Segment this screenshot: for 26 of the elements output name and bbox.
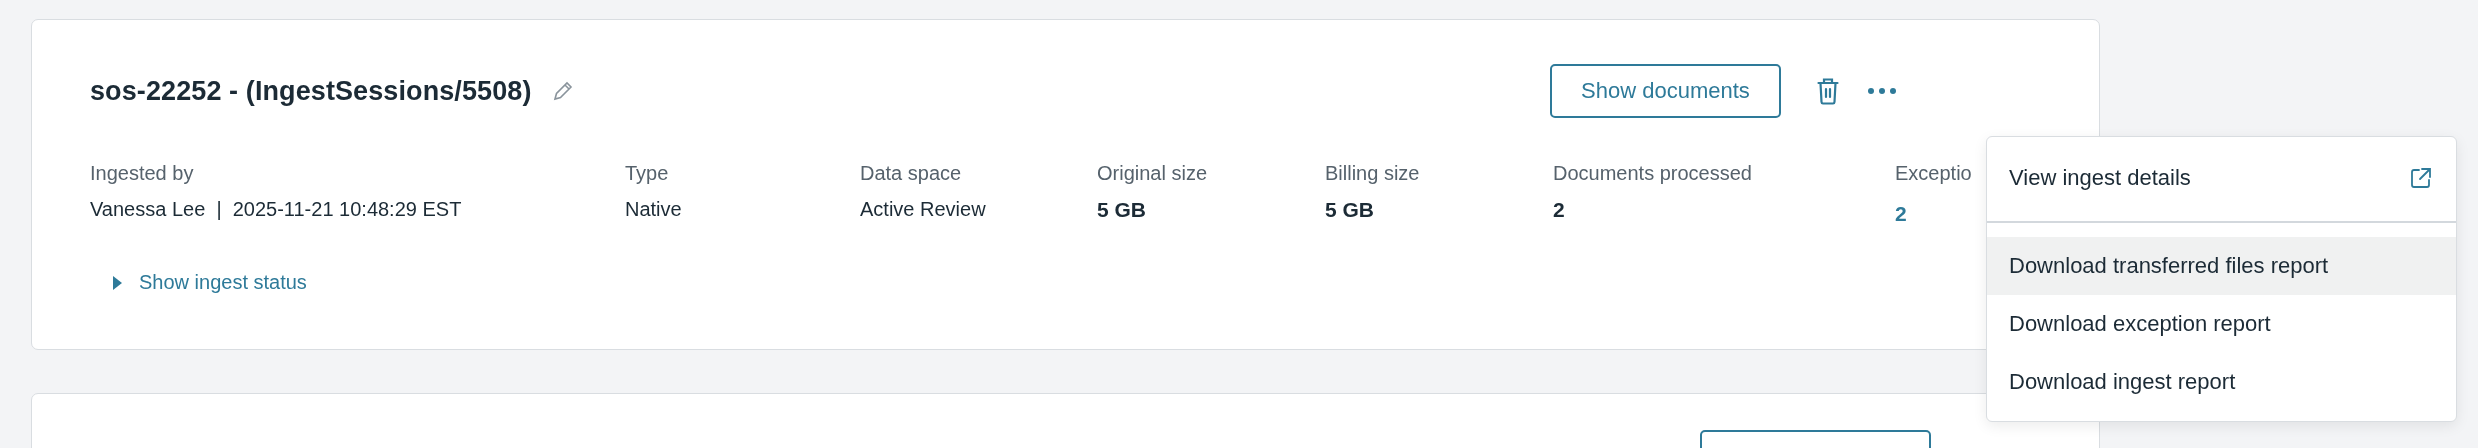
session-title: sos-22252 - (IngestSessions/5508) (90, 75, 532, 107)
show-documents-button[interactable]: Show documents (1550, 64, 1781, 118)
field-value: Active Review (860, 198, 986, 221)
trash-icon[interactable] (1817, 77, 1839, 105)
field-label: Data space (860, 162, 962, 185)
exceptions-link[interactable]: 2 (1895, 202, 1907, 226)
field-label: Exceptio (1895, 162, 1972, 185)
field-label: Billing size (1325, 162, 1420, 185)
field-label: Ingested by (90, 162, 194, 185)
menu-item[interactable]: View ingest details (1987, 149, 2456, 207)
field-value: 2 (1553, 198, 1565, 222)
external-link-icon (2410, 167, 2432, 189)
field-value: Vanessa Lee | 2025-11-21 10:48:29 EST (90, 198, 462, 221)
field-label: Original size (1097, 162, 1208, 185)
field-value: Native (625, 198, 682, 221)
menu-item[interactable]: Download exception report (1987, 295, 2456, 353)
menu-item[interactable]: Download transferred files report (1987, 237, 2456, 295)
field-label: Documents processed (1553, 162, 1752, 185)
field-label: Type (625, 162, 669, 185)
pencil-icon[interactable] (551, 80, 574, 102)
menu-item[interactable]: Download ingest report (1987, 353, 2456, 411)
show-ingest-status-toggle[interactable]: Show ingest status (112, 271, 307, 294)
field-value: 5 GB (1325, 198, 1374, 222)
caret-icon (112, 275, 123, 290)
more-icon[interactable] (1867, 87, 1897, 95)
field-value: 5 GB (1097, 198, 1146, 222)
